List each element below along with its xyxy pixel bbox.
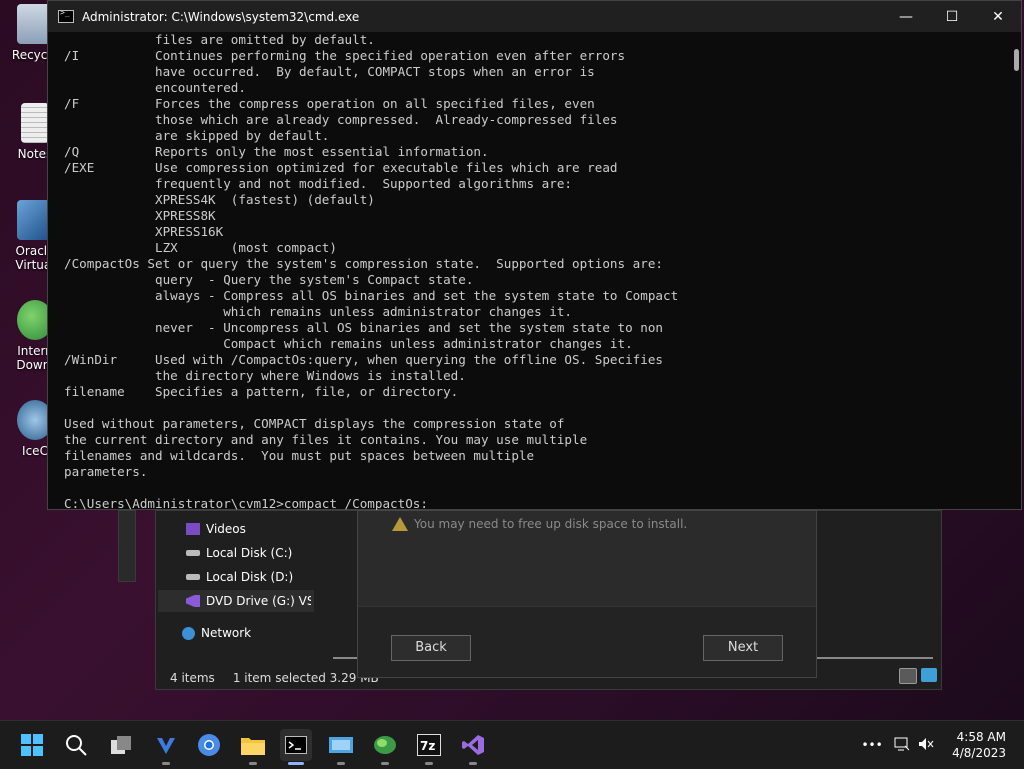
network-icon	[182, 626, 195, 640]
windows-logo-icon	[21, 734, 43, 756]
search-button[interactable]	[60, 729, 92, 761]
chrome-icon	[198, 734, 220, 756]
running-indicator	[425, 762, 433, 765]
running-indicator	[249, 762, 257, 765]
running-indicator	[288, 762, 304, 765]
nav-item-local-disk-c[interactable]: Local Disk (C:)	[186, 542, 292, 564]
clock-date: 4/8/2023	[952, 746, 1006, 760]
status-bar: 4 items 1 item selected 3.29 MB	[170, 671, 379, 685]
close-button[interactable]: ✕	[975, 1, 1021, 32]
drive-icon	[186, 550, 200, 556]
nav-item-label: Local Disk (D:)	[206, 570, 294, 584]
search-icon	[66, 735, 87, 756]
visual-studio-icon	[186, 595, 200, 607]
running-indicator	[337, 762, 345, 765]
nav-item-network[interactable]: Network	[182, 622, 251, 644]
taskbar-app-installer[interactable]	[325, 729, 357, 765]
folder-icon	[241, 738, 265, 755]
tiles-view-icon[interactable]	[921, 668, 937, 682]
show-hidden-icons-button[interactable]: •••	[860, 738, 884, 752]
taskbar-app-kleopatra[interactable]	[150, 729, 182, 765]
running-indicator	[469, 762, 477, 765]
nav-item-label: Local Disk (C:)	[206, 546, 293, 560]
notes-icon	[21, 103, 49, 143]
details-view-icon[interactable]	[899, 668, 917, 684]
network-status-icon[interactable]	[890, 737, 914, 754]
running-indicator	[162, 762, 170, 765]
task-view-icon	[111, 736, 131, 754]
warning-text: You may need to free up disk space to in…	[414, 517, 688, 531]
back-button[interactable]: Back	[391, 635, 471, 661]
installer-dialog: You may need to free up disk space to in…	[357, 510, 817, 678]
system-tray: ••• 4:58 AM 4/8/2023	[860, 721, 1024, 769]
clock[interactable]: 4:58 AM 4/8/2023	[952, 729, 1006, 761]
nav-item-dvd-drive[interactable]: DVD Drive (G:) VS2	[158, 590, 314, 612]
taskbar-app-7zip[interactable]: 7z	[413, 729, 445, 765]
drive-icon	[186, 574, 200, 580]
warning-icon	[392, 517, 408, 531]
cmd-icon	[58, 8, 74, 23]
taskbar-app-file-explorer[interactable]	[237, 729, 269, 765]
taskbar-app-terminal[interactable]	[280, 729, 312, 765]
svg-text:7z: 7z	[420, 739, 435, 753]
vertical-scrollbar-thumb[interactable]	[1014, 49, 1019, 71]
7zip-icon: 7z	[417, 734, 441, 756]
videos-icon	[186, 523, 200, 535]
console-output[interactable]: files are omitted by default. /I Continu…	[48, 32, 1001, 510]
taskbar-app-visual-studio[interactable]	[457, 729, 489, 765]
nav-item-label: Videos	[206, 522, 246, 536]
clock-time: 4:58 AM	[956, 730, 1006, 744]
next-button[interactable]: Next	[703, 635, 783, 661]
running-indicator	[381, 762, 389, 765]
internet-download-manager-icon	[374, 736, 396, 754]
command-prompt-window: Administrator: C:\Windows\system32\cmd.e…	[47, 0, 1022, 510]
nav-item-videos[interactable]: Videos	[186, 518, 246, 540]
status-item-count: 4 items	[170, 671, 215, 685]
taskbar-app-chrome[interactable]	[193, 729, 225, 761]
nav-item-label: Network	[201, 626, 252, 640]
nav-item-label: DVD Drive (G:) VS2	[206, 594, 311, 608]
window-title: Administrator: C:\Windows\system32\cmd.e…	[82, 9, 360, 24]
dialog-footer: Back Next	[358, 606, 816, 677]
maximize-button[interactable]: ☐	[929, 1, 975, 32]
visual-studio-icon	[462, 735, 484, 755]
minimize-button[interactable]: —	[883, 1, 929, 32]
installer-icon	[329, 737, 353, 753]
start-button[interactable]	[16, 729, 48, 761]
title-bar[interactable]: Administrator: C:\Windows\system32\cmd.e…	[48, 1, 1021, 32]
taskbar: 7z ••• 4:58 AM 4/8/2023	[0, 720, 1024, 769]
background-window-edge	[118, 510, 136, 582]
view-buttons	[899, 668, 937, 684]
terminal-icon	[285, 736, 307, 754]
disk-space-warning: You may need to free up disk space to in…	[392, 517, 687, 531]
volume-muted-icon[interactable]	[914, 737, 938, 754]
nav-item-local-disk-d[interactable]: Local Disk (D:)	[186, 566, 293, 588]
task-view-button[interactable]	[105, 729, 137, 761]
taskbar-app-internet-download-manager[interactable]	[369, 729, 401, 765]
kleopatra-icon	[157, 738, 175, 754]
